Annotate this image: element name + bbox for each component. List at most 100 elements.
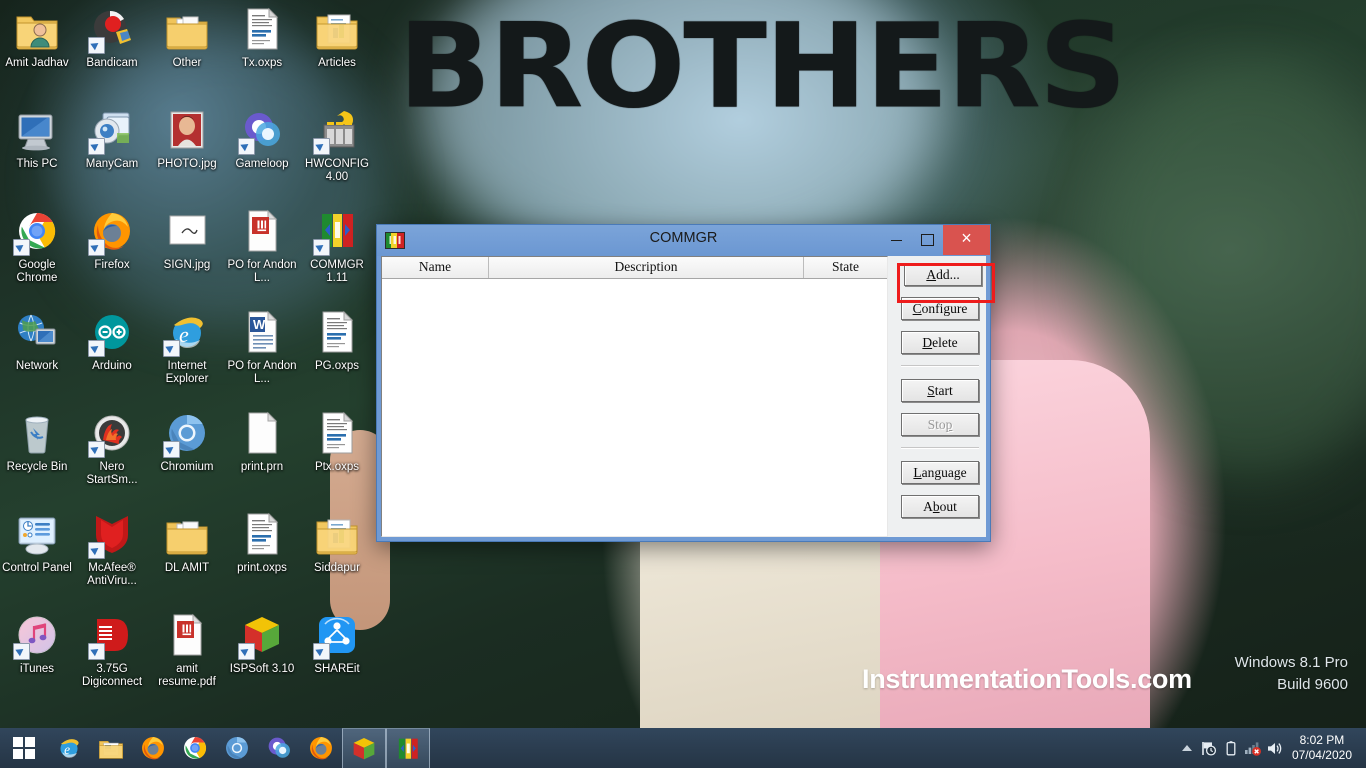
start-button[interactable] [0, 728, 48, 768]
column-header-state[interactable]: State [804, 257, 887, 278]
configure-button[interactable]: Configure [901, 297, 979, 320]
blank-file-icon [238, 410, 286, 458]
shortcut-overlay-icon [88, 441, 105, 458]
column-header-description[interactable]: Description [489, 257, 804, 278]
clock[interactable]: 8:02 PM 07/04/2020 [1286, 733, 1360, 763]
firefox-icon [88, 208, 136, 256]
chromium-icon [223, 734, 251, 762]
desktop-icon[interactable]: Firefox [75, 208, 149, 272]
network-error-icon[interactable] [1242, 728, 1264, 768]
desktop-icon[interactable]: iTunes [0, 612, 74, 676]
add-button[interactable]: Add... [904, 263, 982, 286]
desktop-icon[interactable]: Siddapur [300, 511, 374, 575]
desktop-icon[interactable]: 3.75G Digiconnect [75, 612, 149, 688]
desktop-icon[interactable]: SIGN.jpg [150, 208, 224, 272]
language-button[interactable]: Language [901, 461, 979, 484]
svg-text:e: e [179, 322, 189, 347]
desktop-icon[interactable]: McAfee® AntiViru... [75, 511, 149, 587]
battery-icon[interactable] [1220, 728, 1242, 768]
clock-time: 8:02 PM [1299, 733, 1345, 747]
desktop-icon[interactable]: Tx.oxps [225, 6, 299, 70]
desktop-icon[interactable]: Arduino [75, 309, 149, 373]
folder-user-icon [13, 6, 61, 54]
about-button[interactable]: About [901, 495, 979, 518]
shortcut-overlay-icon [163, 340, 180, 357]
desktop-icon[interactable]: Control Panel [0, 511, 74, 575]
volume-icon[interactable] [1264, 728, 1286, 768]
computer-icon [13, 107, 61, 155]
desktop-icon[interactable]: COMMGR 1.11 [300, 208, 374, 284]
desktop-icon[interactable]: PG.oxps [300, 309, 374, 373]
taskbar-file-explorer-button[interactable] [90, 728, 132, 768]
desktop-icon[interactable]: Other [150, 6, 224, 70]
desktop-icon[interactable]: This PC [0, 107, 74, 171]
folder-icon [163, 6, 211, 54]
desktop-icon-label: ManyCam [85, 158, 139, 170]
list-rows-empty[interactable] [382, 279, 887, 536]
desktop-icon[interactable]: SHAREit [300, 612, 374, 676]
desktop-icon[interactable]: ManyCam [75, 107, 149, 171]
desktop-icon[interactable]: HWCONFIG 4.00 [300, 107, 374, 183]
xps-document-icon [313, 410, 361, 458]
chrome-icon [13, 208, 61, 256]
taskbar-firefox-button[interactable] [132, 728, 174, 768]
minimize-button[interactable] [881, 225, 912, 255]
commgr-titlebar[interactable]: COMMGR × [377, 225, 990, 256]
taskbar-commgr-button[interactable] [386, 727, 430, 768]
list-header-row: Name Description State [382, 257, 887, 279]
shortcut-overlay-icon [88, 340, 105, 357]
desktop-icon[interactable]: print.oxps [225, 511, 299, 575]
taskbar-ispsoft-button[interactable] [342, 727, 386, 768]
desktop-icon[interactable]: DL AMIT [150, 511, 224, 575]
taskbar-firefox-alt-button[interactable] [300, 728, 342, 768]
desktop-icon-label: Arduino [92, 360, 132, 372]
desktop-icon-label: amit resume.pdf [158, 663, 216, 688]
desktop-icon[interactable]: print.prn [225, 410, 299, 474]
taskbar-chromium-button[interactable] [216, 728, 258, 768]
control-panel-icon [13, 511, 61, 559]
watermark-edition: Windows 8.1 Pro [1234, 654, 1348, 671]
desktop-icon-label: PO for Andon L... [227, 259, 297, 284]
desktop-icon[interactable]: Bandicam [75, 6, 149, 70]
start-button[interactable]: Start [901, 379, 979, 402]
desktop-icon-label: This PC [16, 158, 58, 170]
desktop-icon-label: COMMGR 1.11 [310, 259, 364, 284]
desktop-icon[interactable]: e Internet Explorer [150, 309, 224, 385]
desktop-icon[interactable]: Nero StartSm... [75, 410, 149, 486]
maximize-button[interactable] [912, 225, 943, 255]
add-button-wrapper: Add... [897, 263, 995, 303]
desktop-icon[interactable]: amit resume.pdf [150, 612, 224, 688]
taskbar-chrome-button[interactable] [174, 728, 216, 768]
desktop-icon[interactable]: Recycle Bin [0, 410, 74, 474]
column-header-name[interactable]: Name [382, 257, 489, 278]
desktop-icon-label: Internet Explorer [165, 360, 209, 385]
desktop-icon[interactable]: Chromium [150, 410, 224, 474]
desktop-icon[interactable]: Network [0, 309, 74, 373]
flag-action-center-icon[interactable] [1198, 728, 1220, 768]
desktop-icon[interactable]: Google Chrome [0, 208, 74, 284]
desktop-icon[interactable]: PHOTO.jpg [150, 107, 224, 171]
desktop-icon[interactable]: W PO for Andon L... [225, 309, 299, 385]
system-tray: 8:02 PM 07/04/2020 [1176, 728, 1366, 768]
desktop-icon[interactable]: Amit Jadhav [0, 6, 74, 70]
desktop-icon-label: PHOTO.jpg [157, 158, 217, 170]
chrome-icon [181, 734, 209, 762]
taskbar-internet-explorer-button[interactable]: e [48, 728, 90, 768]
delete-button[interactable]: Delete [901, 331, 979, 354]
close-button[interactable]: × [943, 225, 990, 255]
wallpaper-title-text: BROTHERS [398, 0, 1127, 135]
show-hidden-icons-chevron[interactable] [1176, 728, 1198, 768]
minimize-icon [881, 231, 912, 248]
photo-icon [163, 107, 211, 155]
watermark-build: Build 9600 [1277, 676, 1348, 693]
taskbar[interactable]: e 8:02 PM 07/04/2020 [0, 727, 1366, 768]
desktop-icon[interactable]: PO for Andon L... [225, 208, 299, 284]
desktop-icon[interactable]: Articles [300, 6, 374, 70]
desktop-icon[interactable]: ISPSoft 3.10 [225, 612, 299, 676]
desktop[interactable]: BROTHERS InstrumentationTools.com Window… [0, 0, 1366, 768]
desktop-icon[interactable]: Gameloop [225, 107, 299, 171]
desktop-icon[interactable]: Ptx.oxps [300, 410, 374, 474]
commgr-window[interactable]: COMMGR × Name Description State Add... C… [376, 224, 995, 542]
connection-list-panel[interactable]: Name Description State [381, 256, 888, 537]
taskbar-gameloop-button[interactable] [258, 728, 300, 768]
